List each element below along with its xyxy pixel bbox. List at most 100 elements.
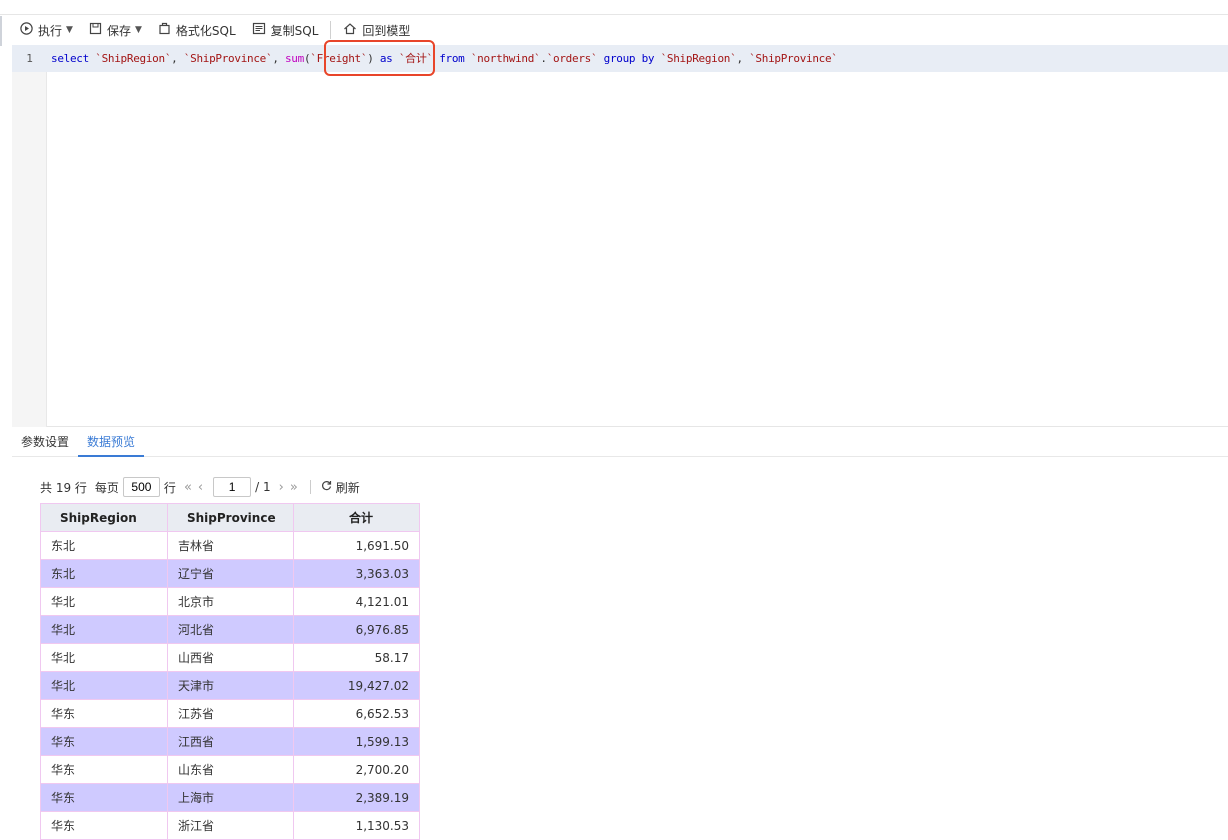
table-row[interactable]: 华东 江西省 1,599.13	[40, 727, 420, 756]
bottom-tabs: 参数设置 数据预览	[12, 428, 1228, 457]
table-cell: 浙江省	[167, 811, 294, 840]
refresh-icon	[321, 480, 332, 494]
table-row[interactable]: 华东 江苏省 6,652.53	[40, 699, 420, 728]
table-cell: 华东	[40, 783, 168, 812]
per-page-input[interactable]	[122, 477, 160, 497]
table-row[interactable]: 东北 吉林省 1,691.50	[40, 531, 420, 560]
refresh-label: 刷新	[335, 480, 360, 495]
prev-page-icon[interactable]: ‹	[198, 480, 203, 495]
data-preview-table: ShipRegion ShipProvince 合计 东北 吉林省 1,691.50…	[40, 503, 420, 840]
first-page-icon[interactable]: «	[184, 480, 192, 495]
table-row[interactable]: 华东 浙江省 1,130.53	[40, 811, 420, 840]
table-cell: 山东省	[167, 755, 294, 784]
table-cell: 东北	[40, 559, 168, 588]
copy-sql-label: 复制SQL	[270, 23, 319, 38]
table-row[interactable]: 华北 河北省 6,976.85	[40, 615, 420, 644]
run-button[interactable]: 执行 ▼	[12, 15, 81, 45]
line-gutter	[12, 45, 47, 427]
table-cell: 4,121.01	[293, 587, 420, 616]
highlight-annotation-box	[324, 40, 435, 76]
column-header-shipregion[interactable]: ShipRegion	[40, 503, 168, 532]
table-cell: 2,700.20	[293, 755, 420, 784]
sql-editor[interactable]: 1 select `ShipRegion`, `ShipProvince`, s…	[12, 40, 1228, 427]
table-cell: 华北	[40, 671, 168, 700]
toolbar-divider	[330, 21, 332, 39]
table-row[interactable]: 华北 北京市 4,121.01	[40, 587, 420, 616]
token-comma: ,	[171, 52, 178, 65]
home-return-icon	[343, 22, 357, 38]
copy-icon	[252, 22, 266, 38]
table-cell: 江苏省	[167, 699, 294, 728]
table-cell: 辽宁省	[167, 559, 294, 588]
chevron-down-icon: ▼	[134, 25, 142, 35]
token-comma: ,	[736, 52, 743, 65]
table-cell: 2,389.19	[293, 783, 420, 812]
token-group-shipprovince: `ShipProvince`	[749, 52, 838, 65]
sql-code-line[interactable]: select `ShipRegion`, `ShipProvince`, sum…	[51, 40, 838, 76]
table-cell: 北京市	[167, 587, 294, 616]
token-shipregion: `ShipRegion`	[95, 52, 172, 65]
line-number: 1	[26, 52, 33, 65]
table-body: 东北 吉林省 1,691.50 东北 辽宁省 3,363.03 华北 北京市 4,121.01 华…	[40, 531, 420, 840]
token-sum: sum	[284, 52, 304, 65]
table-cell: 华北	[40, 615, 168, 644]
pagination-bar: 共 19 行 每页 行 « ‹ / 1 › » 刷新	[40, 476, 360, 498]
total-rows-text: 共 19 行	[40, 480, 87, 495]
token-from: from	[439, 52, 465, 65]
table-cell: 华东	[40, 727, 168, 756]
column-header-shipprovince[interactable]: ShipProvince	[167, 503, 294, 532]
page-total-text: / 1	[255, 480, 271, 494]
tab-params[interactable]: 参数设置	[12, 428, 78, 457]
table-cell: 1,691.50	[293, 531, 420, 560]
table-cell: 6,976.85	[293, 615, 420, 644]
next-page-icon[interactable]: ›	[279, 480, 284, 495]
table-cell: 3,363.03	[293, 559, 420, 588]
table-row[interactable]: 东北 辽宁省 3,363.03	[40, 559, 420, 588]
table-cell: 1,599.13	[293, 727, 420, 756]
table-cell: 华东	[40, 699, 168, 728]
table-cell: 19,427.02	[293, 671, 420, 700]
table-row[interactable]: 华北 山西省 58.17	[40, 643, 420, 672]
refresh-button[interactable]: 刷新	[321, 479, 360, 496]
copy-sql-button[interactable]: 复制SQL	[244, 15, 327, 45]
token-db: `northwind`	[470, 52, 541, 65]
token-group-shipregion: `ShipRegion`	[660, 52, 737, 65]
token-comma: ,	[272, 52, 279, 65]
format-icon	[158, 22, 171, 38]
format-sql-button[interactable]: 格式化SQL	[150, 15, 244, 45]
column-header-total[interactable]: 合计	[293, 503, 420, 532]
save-button[interactable]: 保存 ▼	[81, 15, 150, 45]
pager-divider	[309, 480, 311, 494]
rows-suffix: 行	[163, 480, 176, 495]
per-page-label: 每页	[94, 480, 119, 495]
token-by: by	[641, 52, 655, 65]
left-edge-bar	[0, 16, 2, 46]
table-row[interactable]: 华北 天津市 19,427.02	[40, 671, 420, 700]
current-page-input[interactable]	[213, 477, 252, 497]
format-sql-label: 格式化SQL	[175, 23, 236, 38]
table-cell: 河北省	[167, 615, 294, 644]
table-cell: 1,130.53	[293, 811, 420, 840]
token-group: group	[603, 52, 636, 65]
table-header-row: ShipRegion ShipProvince 合计	[40, 503, 420, 532]
run-label: 执行	[38, 23, 63, 38]
table-cell: 华东	[40, 755, 168, 784]
sql-toolbar: 执行 ▼ 保存 ▼ 格式化SQL 复制SQL 回到模型	[12, 15, 1228, 45]
table-cell: 上海市	[167, 783, 294, 812]
chevron-down-icon: ▼	[66, 25, 73, 35]
play-circle-icon	[20, 22, 33, 38]
table-cell: 江西省	[167, 727, 294, 756]
save-label: 保存	[106, 23, 131, 38]
table-cell: 吉林省	[167, 531, 294, 560]
table-cell: 华东	[40, 811, 168, 840]
table-row[interactable]: 华东 山东省 2,700.20	[40, 755, 420, 784]
last-page-icon[interactable]: »	[290, 480, 298, 495]
back-to-model-label: 回到模型	[362, 23, 411, 38]
token-shipprovince: `ShipProvince`	[183, 52, 273, 65]
table-cell: 华北	[40, 643, 168, 672]
tab-data-preview[interactable]: 数据预览	[78, 428, 145, 457]
table-row[interactable]: 华东 上海市 2,389.19	[40, 783, 420, 812]
table-cell: 58.17	[293, 643, 420, 672]
token-select: select	[51, 52, 89, 65]
table-cell: 华北	[40, 587, 168, 616]
